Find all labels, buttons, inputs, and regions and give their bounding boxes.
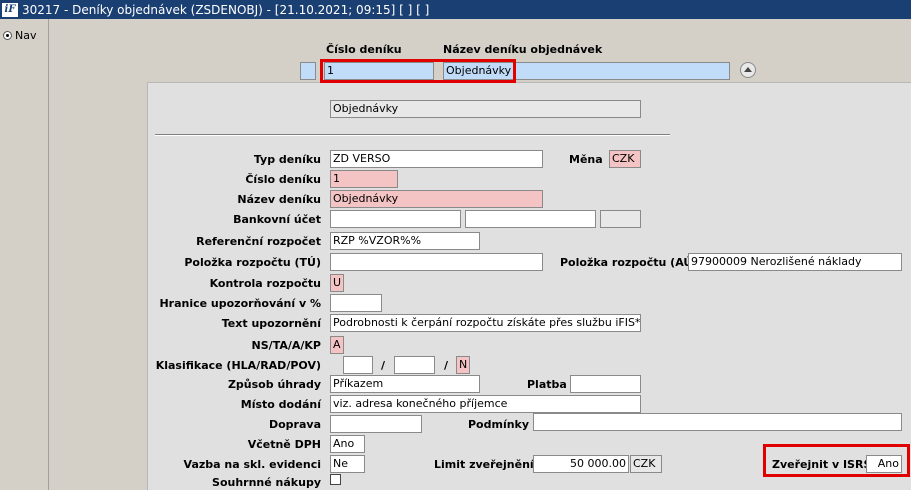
klasifikace-rad-field[interactable] bbox=[394, 356, 435, 374]
highlight-box-zverejnit bbox=[763, 444, 910, 477]
scroll-up-icon[interactable] bbox=[740, 62, 756, 78]
label-doprava: Doprava bbox=[268, 418, 321, 431]
bankovni-ucet-field-1[interactable] bbox=[330, 210, 461, 228]
hranice-field[interactable] bbox=[330, 294, 382, 312]
vcetne-dph-field[interactable]: Ano bbox=[330, 435, 365, 453]
label-kontrola-rozpoctu: Kontrola rozpočtu bbox=[209, 277, 321, 290]
label-cislo-deniku: Číslo deníku bbox=[245, 173, 321, 186]
app-logo-icon: iF bbox=[2, 2, 18, 17]
label-klasifikace: Klasifikace (HLA/RAD/POV) bbox=[155, 359, 321, 372]
label-zpusob-uhrady: Způsob úhrady bbox=[227, 378, 321, 391]
label-misto-dodani: Místo dodání bbox=[240, 398, 321, 411]
klasifikace-pov-field[interactable]: N bbox=[456, 356, 470, 374]
label-mena: Měna bbox=[569, 153, 603, 166]
limit-currency-field: CZK bbox=[630, 455, 662, 473]
platba-field[interactable] bbox=[570, 375, 641, 393]
nav-radio-label: Nav bbox=[15, 29, 37, 42]
limit-field[interactable]: 50 000.00 bbox=[533, 455, 629, 473]
bankovni-ucet-field-3[interactable] bbox=[600, 210, 641, 228]
record-selector[interactable] bbox=[300, 62, 316, 80]
label-podminky: Podmínky bbox=[468, 418, 530, 431]
label-bankovni-ucet: Bankovní účet bbox=[233, 213, 321, 226]
label-hranice: Hranice upozorňování v % bbox=[159, 297, 321, 310]
nazev-deniku-field[interactable]: Objednávky bbox=[330, 190, 543, 208]
label-vcetne-dph: Včetně DPH bbox=[247, 438, 321, 451]
label-limit: Limit zveřejnění bbox=[434, 458, 534, 471]
polozka-au-field[interactable]: 97900009 Nerozlišené náklady bbox=[688, 253, 902, 271]
cislo-deniku-field[interactable]: 1 bbox=[330, 170, 398, 188]
vazba-field[interactable]: Ne bbox=[330, 455, 365, 473]
ns-ta-field[interactable]: A bbox=[330, 336, 344, 354]
label-typ-deniku: Typ deníku bbox=[253, 153, 321, 166]
podminky-field[interactable] bbox=[533, 413, 902, 431]
divider bbox=[155, 134, 670, 136]
label-text-upozorneni: Text upozornění bbox=[221, 317, 321, 330]
text-upozorneni-field[interactable]: Podrobnosti k čerpání rozpočtu získáte p… bbox=[330, 314, 641, 332]
nav-radio[interactable] bbox=[3, 31, 12, 40]
referencni-rozpocet-field[interactable]: RZP %VZOR%% bbox=[330, 232, 480, 250]
bankovni-ucet-field-2[interactable] bbox=[465, 210, 596, 228]
kontrola-rozpoctu-field[interactable]: U bbox=[330, 274, 344, 292]
label-referencni-rozpocet: Referenční rozpočet bbox=[196, 235, 321, 248]
column-header-name: Název deníku objednávek bbox=[443, 43, 603, 56]
doprava-field[interactable] bbox=[330, 415, 422, 433]
window-title: 30217 - Deníky objednávek (ZSDENOBJ) - [… bbox=[22, 2, 430, 17]
label-platba: Platba bbox=[527, 378, 567, 391]
column-header-number: Číslo deníku bbox=[326, 43, 402, 56]
left-panel: Nav bbox=[0, 19, 49, 490]
klasifikace-hla-field[interactable] bbox=[343, 356, 373, 374]
label-souhrnne: Souhrnné nákupy bbox=[212, 476, 321, 489]
label-polozka-au: Položka rozpočtu (AÚ) bbox=[560, 256, 698, 269]
label-vazba: Vazba na skl. evidenci bbox=[183, 458, 321, 471]
klasifikace-separator-1: / bbox=[381, 359, 386, 372]
zpusob-uhrady-field[interactable]: Příkazem bbox=[330, 375, 480, 393]
label-nazev-deniku: Název deníku bbox=[237, 193, 321, 206]
label-polozka-tu: Položka rozpočtu (TÚ) bbox=[184, 256, 321, 269]
polozka-tu-field[interactable] bbox=[330, 253, 543, 271]
souhrnne-checkbox[interactable] bbox=[330, 474, 341, 485]
summary-field: Objednávky bbox=[330, 100, 641, 118]
mena-field[interactable]: CZK bbox=[609, 150, 641, 168]
highlight-box-header bbox=[320, 59, 516, 83]
typ-deniku-field[interactable]: ZD VERSO bbox=[330, 150, 543, 168]
title-bar: iF 30217 - Deníky objednávek (ZSDENOBJ) … bbox=[0, 0, 911, 19]
label-ns-ta: NS/TA/A/KP bbox=[251, 339, 321, 352]
misto-dodani-field[interactable]: viz. adresa konečného příjemce bbox=[330, 395, 641, 413]
klasifikace-separator-2: / bbox=[444, 359, 449, 372]
